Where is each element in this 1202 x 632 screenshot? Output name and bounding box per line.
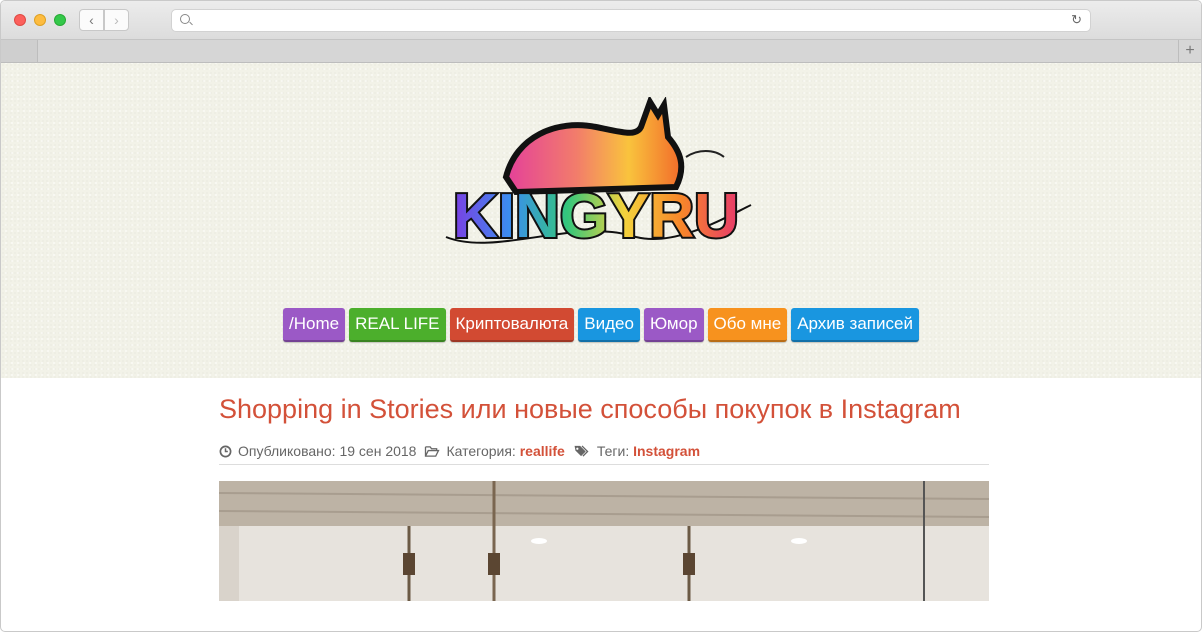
post-title[interactable]: Shopping in Stories или новые способы по… (219, 378, 989, 433)
back-button[interactable]: ‹ (79, 9, 104, 31)
published-label: Опубликовано: (238, 443, 336, 459)
menu-item-3[interactable]: Криптовалюта (449, 308, 575, 342)
main-menu: /Home REAL LIFE Криптовалюта Видео Юмор Обо м… (1, 308, 1201, 342)
post-meta: Опубликовано: 19 сен 2018 Категория: rea… (219, 443, 989, 465)
menu-item-4[interactable]: Видео (578, 308, 640, 342)
category-link[interactable]: reallife (520, 443, 565, 459)
site-header: KINGYRU /Home REAL LIFE Криптовалюта Видео Ю… (1, 63, 1201, 378)
tag-link[interactable]: Instagram (633, 443, 700, 459)
logo-text: KINGYRU (453, 182, 739, 251)
tags-label: Теги: (596, 443, 630, 459)
menu-item-2[interactable]: REAL LIFE (349, 308, 446, 342)
category-label: Категория: (446, 443, 516, 459)
menu-item-1[interactable]: /Home (283, 308, 346, 342)
address-bar[interactable]: ↻ (171, 9, 1091, 32)
close-window-button[interactable] (14, 14, 26, 26)
menu-item-7[interactable]: Архив записей (791, 308, 919, 342)
chevron-left-icon: ‹ (89, 12, 94, 28)
menu-item-6[interactable]: Обо мне (707, 308, 788, 342)
post-featured-image[interactable] (218, 481, 990, 601)
search-icon (180, 14, 190, 24)
browser-window: ‹ › ↻ + KINGYRU /Home REAL LIFE Криптова… (0, 0, 1202, 632)
folder-icon (425, 445, 441, 457)
published-date: 19 сен 2018 (339, 443, 417, 459)
zoom-window-button[interactable] (54, 14, 66, 26)
site-logo[interactable]: KINGYRU (436, 97, 756, 257)
chevron-right-icon: › (114, 12, 119, 28)
new-tab-button[interactable]: + (1178, 40, 1201, 62)
clock-icon (219, 445, 232, 457)
tags-icon (574, 444, 589, 457)
menu-item-5[interactable]: Юмор (643, 308, 704, 342)
reload-icon[interactable]: ↻ (1071, 12, 1082, 28)
tab[interactable] (1, 40, 38, 62)
minimize-window-button[interactable] (34, 14, 46, 26)
forward-button[interactable]: › (104, 9, 129, 31)
plus-icon: + (1185, 42, 1195, 59)
title-bar: ‹ › ↻ (1, 1, 1201, 40)
post: Shopping in Stories или новые способы по… (218, 378, 990, 606)
tab-bar: + (1, 40, 1201, 63)
